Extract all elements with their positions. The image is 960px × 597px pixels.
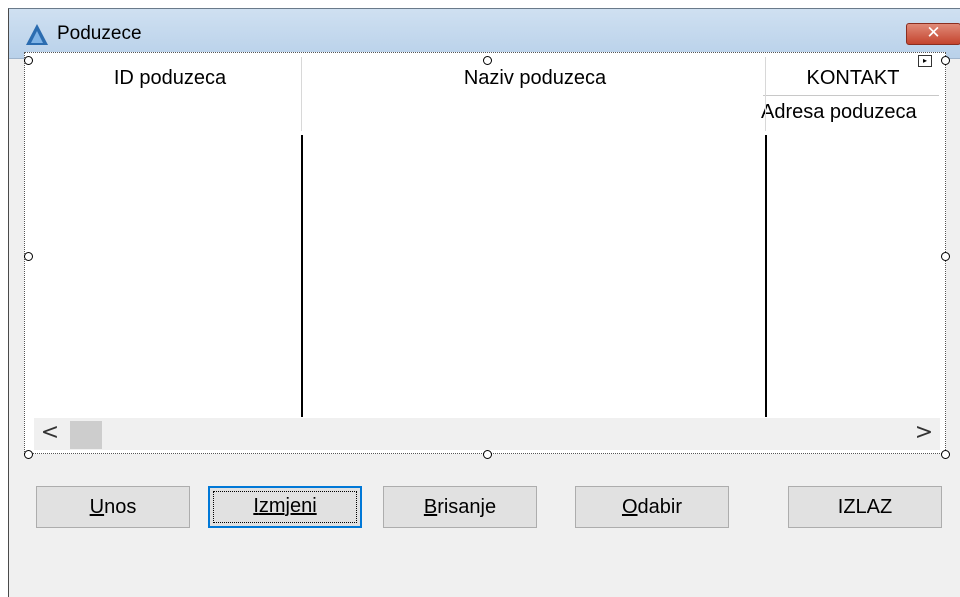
- column-header-naziv[interactable]: Naziv poduzeca: [305, 67, 765, 90]
- resize-handle[interactable]: [941, 56, 950, 65]
- resize-handle[interactable]: [941, 450, 950, 459]
- unos-label: nos: [104, 496, 137, 518]
- close-button[interactable]: ✕: [906, 23, 960, 45]
- column-header-kontakt[interactable]: KONTAKT: [765, 67, 941, 90]
- odabir-label: dabir: [637, 496, 683, 518]
- app-logo-icon: [26, 24, 48, 45]
- resize-handle[interactable]: [24, 450, 33, 459]
- unos-accel: U: [89, 496, 105, 518]
- column-divider: [301, 57, 302, 131]
- scroll-right-icon[interactable]: >: [908, 418, 940, 450]
- window-title: Poduzece: [57, 23, 142, 44]
- scroll-thumb[interactable]: [70, 421, 102, 449]
- header-divider: [763, 95, 939, 96]
- izlaz-button[interactable]: IZLAZ: [788, 486, 942, 528]
- scroll-left-icon[interactable]: <: [34, 418, 66, 450]
- resize-handle[interactable]: [941, 252, 950, 261]
- close-icon: ✕: [926, 23, 941, 43]
- column-header-id[interactable]: ID poduzeca: [45, 67, 295, 90]
- odabir-button[interactable]: Odabir: [575, 486, 729, 528]
- resize-handle[interactable]: [483, 450, 492, 459]
- column-expand-icon[interactable]: ▸: [918, 55, 932, 67]
- brisanje-button[interactable]: Brisanje: [383, 486, 537, 528]
- data-grid[interactable]: ID poduzeca Naziv poduzeca KONTAKT Adres…: [24, 52, 946, 454]
- izlaz-label: IZLAZ: [837, 496, 893, 518]
- resize-handle[interactable]: [24, 56, 33, 65]
- horizontal-scrollbar[interactable]: < >: [34, 418, 940, 450]
- odabir-accel: O: [621, 496, 638, 518]
- column-divider[interactable]: [301, 135, 303, 417]
- column-divider: [765, 57, 766, 131]
- brisanje-accel: B: [423, 496, 438, 518]
- resize-handle[interactable]: [483, 56, 492, 65]
- column-divider[interactable]: [765, 135, 767, 417]
- column-subheader-adresa[interactable]: Adresa poduzeca: [761, 101, 943, 124]
- resize-handle[interactable]: [24, 252, 33, 261]
- izmjeni-button[interactable]: Izmjeni: [208, 486, 362, 528]
- focus-rectangle: [213, 491, 357, 523]
- unos-button[interactable]: Unos: [36, 486, 190, 528]
- brisanje-label: risanje: [437, 496, 497, 518]
